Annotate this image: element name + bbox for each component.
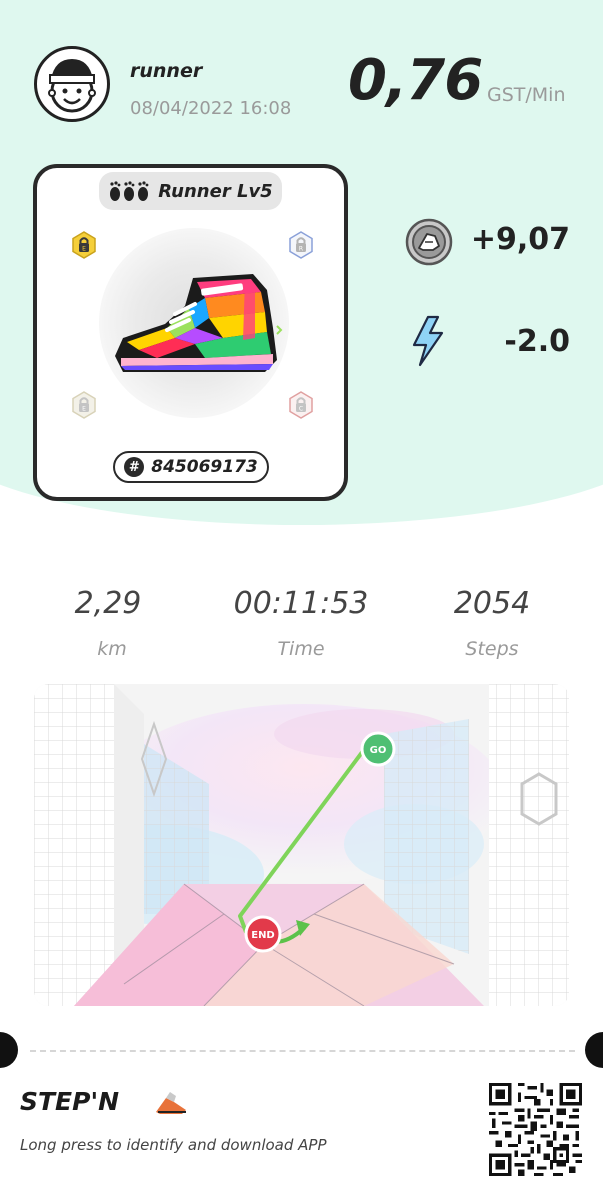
gst-rate: 0,76 [348,48,483,113]
distance-value: 2,29 [74,586,142,621]
ticket-notch-right [585,1032,603,1068]
socket-comfort-icon[interactable]: C [287,391,315,419]
qr-code-icon[interactable] [489,1083,582,1176]
username: runner [130,60,203,82]
sneaker-id: 845069173 [151,457,258,477]
steps-value: 2054 [453,586,531,621]
gst-coin-icon [405,218,453,266]
route-end-marker: END [244,915,282,953]
ticket-notch-left [0,1032,18,1068]
time-label: Time [277,638,325,660]
stepn-logo: STEP'N [20,1087,186,1116]
sneaker-type-label: Runner Lv5 [158,180,273,202]
sneaker-id-badge: # 845069173 [113,451,269,483]
gst-earned: +9,07 [470,222,570,257]
svg-text:E: E [82,246,86,253]
hash-icon: # [124,457,145,477]
route-map[interactable]: GO END [34,684,569,1006]
time-value: 00:11:53 [233,586,369,621]
ticket-divider [30,1050,575,1052]
gst-unit: GST/Min [487,84,566,106]
socket-resilience-icon[interactable]: R [287,231,315,259]
svg-text:GO: GO [370,745,387,756]
sneaker-type-tab: Runner Lv5 [99,172,282,210]
footprints-icon [110,181,149,201]
route-map-canvas: GO END [34,684,569,1006]
svg-text:END: END [251,930,275,941]
energy-bolt-icon [412,315,444,367]
svg-text:R: R [299,246,303,253]
svg-text:C: C [299,406,303,413]
run-datetime: 08/04/2022 16:08 [130,98,292,119]
avatar[interactable] [34,46,110,122]
route-start-marker: GO [360,731,396,767]
svg-text:STEP'N: STEP'N [20,1087,119,1116]
steps-label: Steps [465,638,519,660]
socket-efficiency-icon[interactable]: E [70,231,98,259]
energy-spent: -2.0 [504,324,570,359]
svg-text:E: E [82,406,86,413]
avatar-icon [48,59,96,113]
sneaker-image[interactable] [105,268,285,383]
footer-tagline: Long press to identify and download APP [20,1136,327,1154]
distance-label: km [97,638,127,660]
socket-efficiency-2-icon[interactable]: E [70,391,98,419]
sneaker-card[interactable]: Runner Lv5 E R E C # 845069173 [33,164,348,501]
